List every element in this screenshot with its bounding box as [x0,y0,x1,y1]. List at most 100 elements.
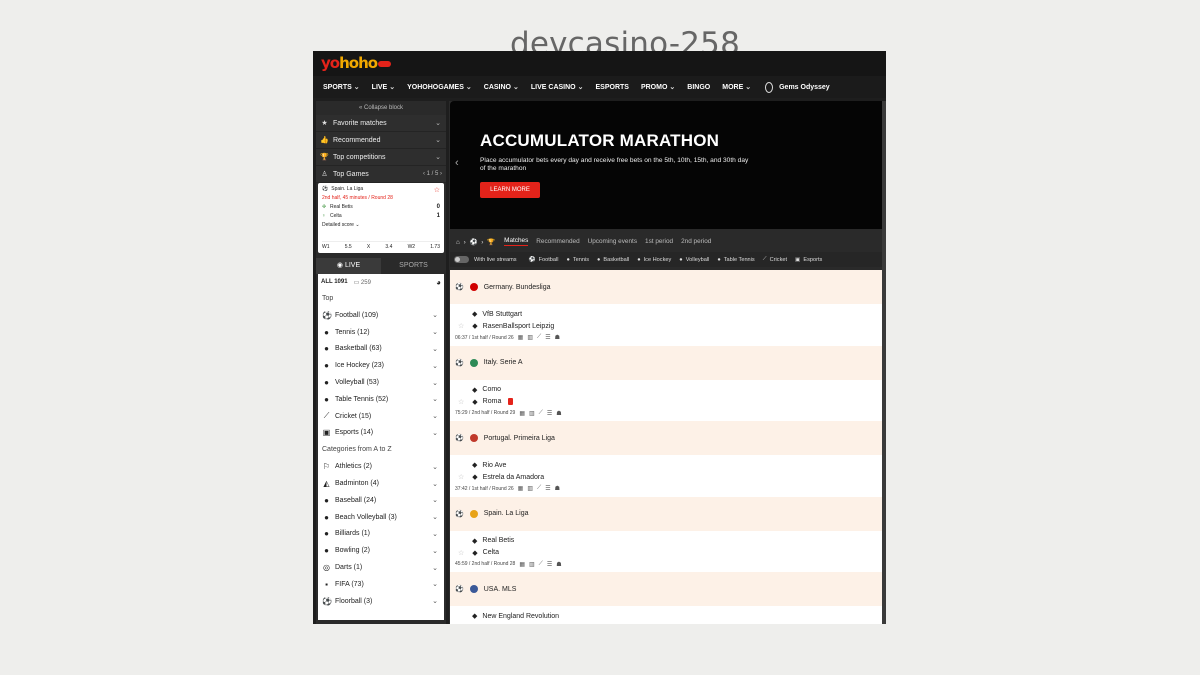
sport-row-esports[interactable]: ▣ Esports (14) ⌄ [318,425,444,442]
field-icon[interactable]: ▦ [518,334,524,341]
nav-item-live[interactable]: LIVE ⌄ [372,83,395,92]
sport-row-fifa[interactable]: ▪ FIFA (73) ⌄ [318,576,444,593]
lineup-icon[interactable]: ☗ [555,334,560,341]
league-header[interactable]: ⚽ Italy. Serie A [450,345,886,380]
stats-icon[interactable]: ▥ [527,334,533,341]
sport-row-volleyball[interactable]: ● Volleyball (53) ⌄ [318,374,444,391]
live-streams-toggle[interactable] [454,256,469,263]
team-crest-icon: ◆ [472,474,478,481]
filter-tennis[interactable]: ● Tennis [566,257,589,263]
home-icon[interactable]: ⌂ › ⚽ › 🏆 [456,238,496,246]
home-team: ◆ Como [472,386,501,394]
stats-icon[interactable]: ▥ [529,410,535,417]
list-icon[interactable]: ☰ [545,334,550,341]
lineup-icon[interactable]: ☗ [556,410,561,417]
chart-icon[interactable]: ⟋ [539,410,543,417]
chart-icon[interactable]: ⟋ [537,485,541,492]
match-row[interactable]: ◆ New England Revolution [450,606,886,624]
match-row[interactable]: ◆ Como ☆ ◆ Roma 75:29 / 2nd half / Round 29 ▦ ▥… [450,380,886,422]
sport-row-bowling[interactable]: ● Bowling (2) ⌄ [318,542,444,559]
globe-icon[interactable]: ◕ [436,278,441,287]
nav-item-live-casino[interactable]: LIVE CASINO ⌄ [531,83,584,92]
sport-row-badminton[interactable]: ◭ Badminton (4) ⌄ [318,475,444,492]
field-icon[interactable]: ▦ [519,561,525,568]
filter-table-tennis[interactable]: ● Table Tennis [717,257,754,263]
learn-more-button[interactable]: LEARN MORE [480,182,540,198]
field-icon[interactable]: ▦ [518,485,524,492]
field-icon[interactable]: ▦ [519,410,525,417]
sport-row-beach-volleyball[interactable]: ● Beach Volleyball (3) ⌄ [318,509,444,526]
sport-row-basketball[interactable]: ● Basketball (63) ⌄ [318,341,444,358]
sport-row-athletics[interactable]: ⚐ Athletics (2) ⌄ [318,458,444,475]
collapse-block-button[interactable]: « Collapse block [316,101,446,115]
tab-matches[interactable]: Matches [504,237,529,246]
favorite-star-icon[interactable]: ☆ [458,473,464,481]
tab-recommended[interactable]: Recommended [536,238,579,245]
nav-item-promo[interactable]: PROMO ⌄ [641,83,675,92]
top-game-card[interactable]: ⚽ Spain. La Liga ☆ 2nd half, 45 minutes /… [318,183,444,253]
league-header[interactable]: ⚽ Spain. La Liga [450,496,886,531]
top-games-header[interactable]: ♙ Top Games ‹ 1 / 5 › [316,166,446,183]
nav-item-esports[interactable]: ESPORTS [596,84,629,91]
filter-cricket[interactable]: ⟋ Cricket [763,256,787,263]
sidebar-item-top-competitions[interactable]: 🏆 Top competitions ⌄ [316,149,446,166]
stats-icon[interactable]: ▥ [529,561,535,568]
gems-odyssey-link[interactable]: Gems Odyssey [765,81,830,93]
top-games-pager[interactable]: ‹ 1 / 5 › [423,171,442,177]
chevron-left-icon[interactable]: ‹ [455,157,459,169]
sport-row-tennis[interactable]: ● Tennis (12) ⌄ [318,324,444,341]
sport-row-cricket[interactable]: ⟋ Cricket (15) ⌄ [318,408,444,425]
tab-2nd-period[interactable]: 2nd period [681,238,711,245]
nav-item-sports[interactable]: SPORTS ⌄ [323,83,360,92]
tab-sports[interactable]: SPORTS [381,258,446,274]
filter-ice-hockey[interactable]: ● Ice Hockey [637,257,671,263]
league-header[interactable]: ⚽ Portugal. Primeira Liga [450,421,886,455]
sport-row-floorball[interactable]: ⚽ Floorball (3) ⌄ [318,593,444,610]
filter-volleyball[interactable]: ● Volleyball [679,257,709,263]
list-icon[interactable]: ☰ [547,561,552,568]
nav-item-yohohogames[interactable]: YOHOHOGAMES ⌄ [407,83,472,92]
filter-label: Table Tennis [723,256,755,263]
favorite-star-icon[interactable]: ☆ [458,398,464,406]
sidebar-item-recommended[interactable]: 👍 Recommended ⌄ [316,132,446,149]
sport-row-baseball[interactable]: ● Baseball (24) ⌄ [318,492,444,509]
chart-icon[interactable]: ⟋ [539,561,543,568]
odds-value[interactable]: 5.5 [345,244,352,250]
nav-item-more[interactable]: MORE ⌄ [722,83,751,92]
table-tennis-icon: ● [324,394,329,404]
filter-basketball[interactable]: ● Basketball [597,257,629,263]
lineup-icon[interactable]: ☗ [556,561,561,568]
stats-icon[interactable]: ▥ [527,485,533,492]
sport-row-table-tennis[interactable]: ● Table Tennis (52) ⌄ [318,391,444,408]
sidebar-item-favorite-matches[interactable]: ★ Favorite matches ⌄ [316,115,446,132]
favorite-star-icon[interactable]: ☆ [458,549,464,557]
match-row[interactable]: ◆ Rio Ave ☆ ◆ Estrela da Amadora 37:42 / 1st … [450,455,886,497]
filter-esports[interactable]: ▣ Esports [795,257,822,263]
lineup-icon[interactable]: ☗ [555,485,560,492]
chart-icon[interactable]: ⟋ [537,334,541,341]
tab-upcoming-events[interactable]: Upcoming events [588,238,637,245]
tab-1st-period[interactable]: 1st period [645,238,673,245]
sport-row-football[interactable]: ⚽ Football (109) ⌄ [318,307,444,324]
all-events-row[interactable]: ALL 1091 ▭ 259 ◕ [318,274,444,290]
match-row[interactable]: ◆ VfB Stuttgart ☆ ◆ RasenBallsport Leipzig 06… [450,304,886,346]
list-icon[interactable]: ☰ [547,410,552,417]
logo[interactable]: yohoho [321,54,392,72]
nav-item-bingo[interactable]: BINGO [687,84,710,91]
odds-value[interactable]: 1.73 [430,244,440,250]
sport-row-billiards[interactable]: ● Billiards (1) ⌄ [318,526,444,543]
list-icon[interactable]: ☰ [545,485,550,492]
league-header[interactable]: ⚽ Germany. Bundesliga [450,270,886,304]
scrollbar[interactable] [882,101,886,624]
tab-live[interactable]: ◉ LIVE [316,258,381,274]
favorite-star-icon[interactable]: ☆ [434,186,440,194]
favorite-star-icon[interactable]: ☆ [458,322,464,330]
league-header[interactable]: ⚽ USA. MLS [450,572,886,606]
detailed-score-link[interactable]: Detailed score ⌄ [322,222,440,228]
match-row[interactable]: ◆ Real Betis ☆ ◆ Celta 45:59 / 2nd half / Rou… [450,531,886,573]
sport-row-darts[interactable]: ◎ Darts (1) ⌄ [318,559,444,576]
odds-value[interactable]: 3.4 [385,244,392,250]
nav-item-casino[interactable]: CASINO ⌄ [484,83,519,92]
filter-football[interactable]: ⚽ Football [529,257,559,263]
sport-row-ice-hockey[interactable]: ● Ice Hockey (23) ⌄ [318,357,444,374]
